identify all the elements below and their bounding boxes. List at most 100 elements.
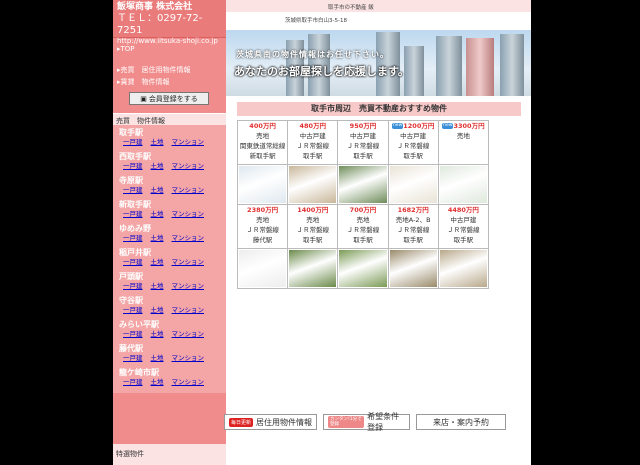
station-group: 守谷駅 一戸建 土地 マンション: [113, 295, 226, 315]
listing-photo[interactable]: [437, 164, 490, 205]
listing-detail: ＪＲ常磐線: [396, 142, 430, 150]
station-name[interactable]: 取手駅: [113, 127, 226, 138]
daily-listings-button[interactable]: 毎日更新 居住用物件情報: [224, 414, 317, 430]
station-link-land[interactable]: 土地: [151, 210, 164, 219]
listing-price[interactable]: 4480万円: [448, 206, 479, 214]
listing-card[interactable]: 1400万円 売地 ＪＲ常磐線 取手駅: [287, 204, 339, 249]
listing-card[interactable]: 700万円 売地 ＪＲ常磐線 取手駅: [337, 204, 389, 249]
station-link-mansion[interactable]: マンション: [172, 234, 205, 243]
listing-detail: 売地: [256, 216, 270, 224]
station-name[interactable]: みらい平駅: [113, 319, 226, 330]
station-link-land[interactable]: 土地: [151, 354, 164, 363]
station-link-mansion[interactable]: マンション: [172, 162, 205, 171]
station-link-house[interactable]: 一戸建: [123, 162, 143, 171]
new-badge: new: [391, 123, 404, 129]
station-link-house[interactable]: 一戸建: [123, 210, 143, 219]
station-name[interactable]: 寺原駅: [113, 175, 226, 186]
listing-card[interactable]: new3300万円 売地: [437, 120, 490, 165]
station-link-land[interactable]: 土地: [151, 282, 164, 291]
nav-lease-info-link[interactable]: ▸賃貸 物件情報: [113, 76, 226, 88]
station-link-land[interactable]: 土地: [151, 258, 164, 267]
station-link-mansion[interactable]: マンション: [172, 282, 205, 291]
visit-reservation-button[interactable]: 来店・案内予約: [416, 414, 506, 430]
building-shape: [466, 38, 494, 96]
listing-detail: 関東鉄道常総線: [239, 142, 286, 150]
station-name[interactable]: 龍ケ崎市駅: [113, 367, 226, 378]
listing-photo-row: [236, 248, 490, 289]
station-name[interactable]: 西取手駅: [113, 151, 226, 162]
listing-detail: 取手駅: [403, 152, 423, 160]
station-link-land[interactable]: 土地: [151, 186, 164, 195]
listing-card[interactable]: new1200万円 中古戸建 ＪＲ常磐線 取手駅: [387, 120, 439, 165]
station-name[interactable]: 稲戸井駅: [113, 247, 226, 258]
listing-price[interactable]: 1200万円: [403, 122, 434, 130]
listing-detail: 取手駅: [303, 236, 323, 244]
station-link-land[interactable]: 土地: [151, 138, 164, 147]
station-link-mansion[interactable]: マンション: [172, 330, 205, 339]
listing-card[interactable]: 950万円 中古戸建 ＪＲ常磐線 取手駅: [337, 120, 389, 165]
station-link-house[interactable]: 一戸建: [123, 378, 143, 387]
listing-card[interactable]: 4480万円 中古戸建 ＪＲ常磐線 取手駅: [437, 204, 490, 249]
station-link-mansion[interactable]: マンション: [172, 378, 205, 387]
listing-photo[interactable]: [236, 248, 289, 289]
listing-price[interactable]: 400万円: [249, 122, 276, 130]
station-link-land[interactable]: 土地: [151, 378, 164, 387]
listing-card[interactable]: 2380万円 売地 ＪＲ常磐線 藤代駅: [236, 204, 289, 249]
listing-photo[interactable]: [287, 164, 339, 205]
company-name: 飯塚商事 株式会社: [117, 2, 193, 12]
listing-price[interactable]: 1400万円: [297, 206, 328, 214]
station-link-land[interactable]: 土地: [151, 162, 164, 171]
station-link-house[interactable]: 一戸建: [123, 186, 143, 195]
daily-update-tag: 毎日更新: [229, 417, 254, 427]
listing-detail: 取手駅: [303, 152, 323, 160]
station-link-house[interactable]: 一戸建: [123, 306, 143, 315]
listing-photo[interactable]: [387, 164, 439, 205]
station-link-mansion[interactable]: マンション: [172, 354, 205, 363]
station-link-land[interactable]: 土地: [151, 306, 164, 315]
listing-detail: 取手駅: [453, 236, 474, 244]
station-link-mansion[interactable]: マンション: [172, 138, 205, 147]
photo-thumbnail: [289, 250, 337, 287]
listing-price[interactable]: 1682万円: [398, 206, 429, 214]
station-link-land[interactable]: 土地: [151, 330, 164, 339]
station-link-house[interactable]: 一戸建: [123, 282, 143, 291]
station-link-house[interactable]: 一戸建: [123, 330, 143, 339]
station-group: ゆめみ野 一戸建 土地 マンション: [113, 223, 226, 243]
listing-photo[interactable]: [236, 164, 289, 205]
listing-photo[interactable]: [387, 248, 439, 289]
station-links: 一戸建 土地 マンション: [113, 234, 226, 243]
station-link-land[interactable]: 土地: [151, 234, 164, 243]
station-link-mansion[interactable]: マンション: [172, 186, 205, 195]
listing-price[interactable]: 480万円: [299, 122, 326, 130]
listing-card[interactable]: 400万円 売地 関東鉄道常総線 新取手駅: [236, 120, 289, 165]
register-conditions-button[interactable]: カンタン!1分で登録 希望条件登録: [323, 412, 410, 432]
listing-photo[interactable]: [437, 248, 490, 289]
top-site-link[interactable]: 取手市の不動産 飯: [328, 3, 374, 11]
station-name[interactable]: 戸頭駅: [113, 271, 226, 282]
listing-card[interactable]: 480万円 中古戸建 ＪＲ常磐線 取手駅: [287, 120, 339, 165]
station-link-house[interactable]: 一戸建: [123, 138, 143, 147]
member-register-button[interactable]: ▣ 会員登録をする: [129, 92, 209, 105]
listing-detail: ＪＲ常磐線: [447, 226, 480, 234]
listing-photo[interactable]: [337, 248, 389, 289]
listing-photo[interactable]: [287, 248, 339, 289]
listing-card[interactable]: 1682万円 売地A-2、B ＪＲ常磐線 取手駅: [387, 204, 439, 249]
station-name[interactable]: 藤代駅: [113, 343, 226, 354]
station-name[interactable]: 守谷駅: [113, 295, 226, 306]
listing-detail: 新取手駅: [249, 152, 276, 160]
listing-price[interactable]: 2380万円: [247, 206, 278, 214]
station-name[interactable]: 新取手駅: [113, 199, 226, 210]
station-link-mansion[interactable]: マンション: [172, 258, 205, 267]
station-link-mansion[interactable]: マンション: [172, 306, 205, 315]
listing-price[interactable]: 700万円: [350, 206, 377, 214]
station-link-house[interactable]: 一戸建: [123, 258, 143, 267]
station-link-house[interactable]: 一戸建: [123, 234, 143, 243]
photo-thumbnail: [239, 250, 287, 287]
station-link-mansion[interactable]: マンション: [172, 210, 205, 219]
station-link-house[interactable]: 一戸建: [123, 354, 143, 363]
station-name[interactable]: ゆめみ野: [113, 223, 226, 234]
listing-photo[interactable]: [337, 164, 389, 205]
listing-price[interactable]: 3300万円: [453, 122, 484, 130]
nav-buy-info-link[interactable]: ▸売買 居住用物件情報: [113, 64, 226, 76]
listing-price[interactable]: 950万円: [350, 122, 377, 130]
